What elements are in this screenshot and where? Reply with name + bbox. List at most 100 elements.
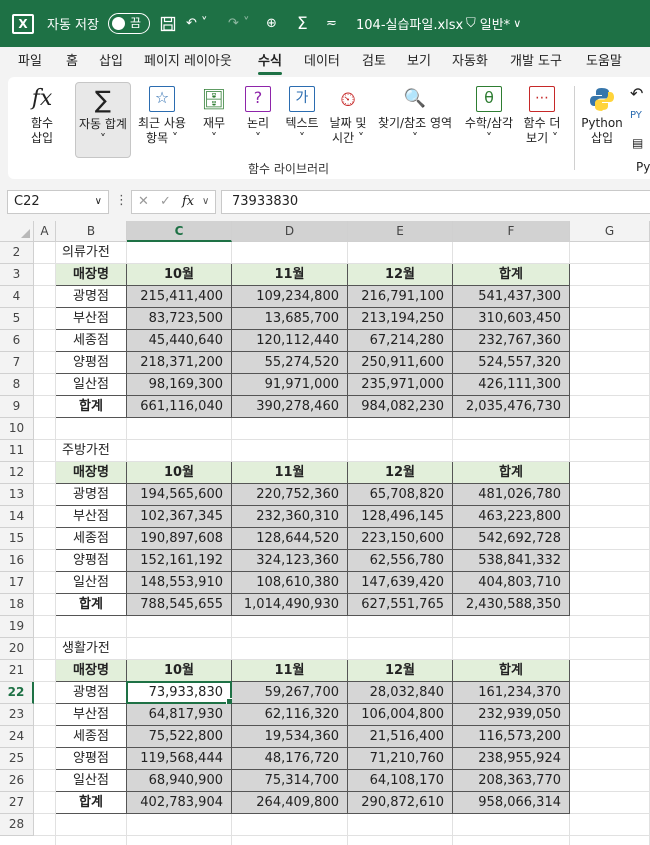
- enter-icon[interactable]: ✓: [160, 191, 171, 213]
- table-header-cell[interactable]: 합계: [453, 660, 570, 682]
- store-name-cell[interactable]: 합계: [56, 396, 127, 418]
- store-name-cell[interactable]: 양평점: [56, 550, 127, 572]
- row-header-4[interactable]: 4: [0, 286, 34, 308]
- row-header-6[interactable]: 6: [0, 330, 34, 352]
- column-header-e[interactable]: E: [348, 221, 453, 242]
- table-header-cell[interactable]: 매장명: [56, 462, 127, 484]
- value-cell[interactable]: 13,685,700: [232, 308, 348, 330]
- store-name-cell[interactable]: 부산점: [56, 506, 127, 528]
- value-cell[interactable]: 627,551,765: [348, 594, 453, 616]
- row-header-11[interactable]: 11: [0, 440, 34, 462]
- row-header-20[interactable]: 20: [0, 638, 34, 660]
- row-header-27[interactable]: 27: [0, 792, 34, 814]
- value-cell[interactable]: 426,111,300: [453, 374, 570, 396]
- row-header-15[interactable]: 15: [0, 528, 34, 550]
- store-name-cell[interactable]: 세종점: [56, 726, 127, 748]
- more-options-icon[interactable]: ⋮: [115, 190, 128, 212]
- value-cell[interactable]: 68,940,900: [127, 770, 232, 792]
- value-cell[interactable]: 45,440,640: [127, 330, 232, 352]
- value-cell[interactable]: 194,565,600: [127, 484, 232, 506]
- table-header-cell[interactable]: 매장명: [56, 660, 127, 682]
- table-header-cell[interactable]: 합계: [453, 462, 570, 484]
- table-header-cell[interactable]: 합계: [453, 264, 570, 286]
- formula-input[interactable]: 73933830: [221, 190, 650, 214]
- save-icon[interactable]: [160, 0, 176, 47]
- value-cell[interactable]: 216,791,100: [348, 286, 453, 308]
- table-header-cell[interactable]: 11월: [232, 462, 348, 484]
- value-cell[interactable]: 213,194,250: [348, 308, 453, 330]
- store-name-cell[interactable]: 일산점: [56, 572, 127, 594]
- value-cell[interactable]: 463,223,800: [453, 506, 570, 528]
- table-header-cell[interactable]: 12월: [348, 462, 453, 484]
- row-header-25[interactable]: 25: [0, 748, 34, 770]
- store-name-cell[interactable]: 양평점: [56, 352, 127, 374]
- name-box[interactable]: C22 ∨: [7, 190, 109, 214]
- value-cell[interactable]: 67,214,280: [348, 330, 453, 352]
- value-cell[interactable]: 64,817,930: [127, 704, 232, 726]
- value-cell[interactable]: 28,032,840: [348, 682, 453, 704]
- autosave-toggle[interactable]: 끔: [108, 13, 150, 34]
- tab-review[interactable]: 검토: [362, 47, 386, 77]
- row-header-17[interactable]: 17: [0, 572, 34, 594]
- column-header-c[interactable]: C: [127, 221, 232, 242]
- row-header-24[interactable]: 24: [0, 726, 34, 748]
- store-name-cell[interactable]: 일산점: [56, 374, 127, 396]
- table-header-cell[interactable]: 10월: [127, 462, 232, 484]
- python-editor-icon[interactable]: PY: [630, 110, 642, 121]
- value-cell[interactable]: 238,955,924: [453, 748, 570, 770]
- tab-home[interactable]: 홈: [66, 47, 78, 77]
- value-cell[interactable]: 19,534,360: [232, 726, 348, 748]
- value-cell[interactable]: 120,112,440: [232, 330, 348, 352]
- value-cell[interactable]: 404,803,710: [453, 572, 570, 594]
- value-cell[interactable]: 235,971,000: [348, 374, 453, 396]
- redo-icon[interactable]: ↷ ˅: [228, 0, 250, 47]
- value-cell[interactable]: 62,556,780: [348, 550, 453, 572]
- table-header-cell[interactable]: 10월: [127, 660, 232, 682]
- row-header-16[interactable]: 16: [0, 550, 34, 572]
- tab-insert[interactable]: 삽입: [99, 47, 123, 77]
- value-cell[interactable]: 102,367,345: [127, 506, 232, 528]
- row-header-5[interactable]: 5: [0, 308, 34, 330]
- tab-formulas[interactable]: 수식: [258, 47, 282, 77]
- row-header-21[interactable]: 21: [0, 660, 34, 682]
- sensitivity-label[interactable]: ⛉ 일반* ∨: [466, 0, 521, 47]
- value-cell[interactable]: 208,363,770: [453, 770, 570, 792]
- value-cell[interactable]: 661,116,040: [127, 396, 232, 418]
- store-name-cell[interactable]: 광명점: [56, 484, 127, 506]
- value-cell[interactable]: 290,872,610: [348, 792, 453, 814]
- value-cell[interactable]: 324,123,360: [232, 550, 348, 572]
- date-time-button[interactable]: ⏲ 날짜 및 시간 ˅: [326, 82, 370, 158]
- undo-icon[interactable]: ↶ ˅: [186, 0, 208, 47]
- value-cell[interactable]: 481,026,780: [453, 484, 570, 506]
- table-header-cell[interactable]: 12월: [348, 264, 453, 286]
- column-header-a[interactable]: A: [34, 221, 56, 242]
- row-header-26[interactable]: 26: [0, 770, 34, 792]
- worksheet-grid[interactable]: A B C D E F G 2 3 4 5 6 7 8 9 10 11 12 13 14 15 16 17 18 19 20 21 2…: [0, 221, 650, 845]
- value-cell[interactable]: 788,545,655: [127, 594, 232, 616]
- row-header-10[interactable]: 10: [0, 418, 34, 440]
- row-header-2[interactable]: 2: [0, 242, 34, 264]
- tab-help[interactable]: 도움말: [586, 47, 622, 77]
- value-cell[interactable]: 541,437,300: [453, 286, 570, 308]
- undo-small-icon[interactable]: ↶: [630, 84, 643, 103]
- store-name-cell[interactable]: 부산점: [56, 308, 127, 330]
- value-cell[interactable]: 215,411,400: [127, 286, 232, 308]
- table-header-cell[interactable]: 매장명: [56, 264, 127, 286]
- value-cell[interactable]: 152,161,192: [127, 550, 232, 572]
- value-cell[interactable]: 119,568,444: [127, 748, 232, 770]
- value-cell[interactable]: 21,516,400: [348, 726, 453, 748]
- autosum-qat-icon[interactable]: Σ: [297, 0, 308, 47]
- store-name-cell[interactable]: 세종점: [56, 330, 127, 352]
- insert-python-button[interactable]: Python 삽입: [580, 82, 624, 158]
- value-cell[interactable]: 958,066,314: [453, 792, 570, 814]
- table-header-cell[interactable]: 12월: [348, 660, 453, 682]
- value-cell[interactable]: 98,169,300: [127, 374, 232, 396]
- value-cell[interactable]: 73,933,830: [127, 682, 232, 704]
- value-cell[interactable]: 232,767,360: [453, 330, 570, 352]
- row-header-7[interactable]: 7: [0, 352, 34, 374]
- row-header-22[interactable]: 22: [0, 682, 34, 704]
- value-cell[interactable]: 65,708,820: [348, 484, 453, 506]
- cancel-icon[interactable]: ✕: [138, 191, 149, 213]
- value-cell[interactable]: 75,522,800: [127, 726, 232, 748]
- column-header-b[interactable]: B: [56, 221, 127, 242]
